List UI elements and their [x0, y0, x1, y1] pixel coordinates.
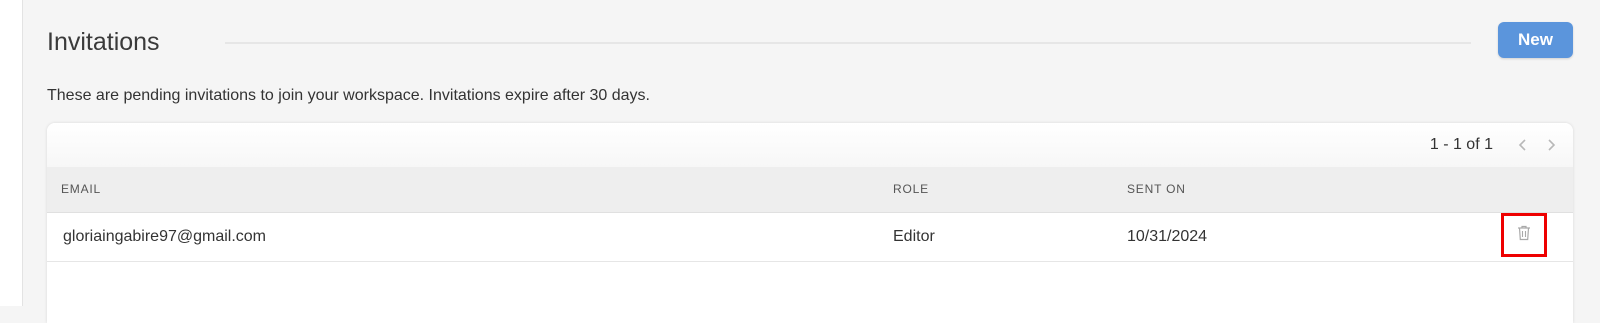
left-sidebar-edge [0, 0, 23, 306]
column-header-role[interactable]: ROLE [893, 182, 929, 196]
trash-icon [1517, 225, 1531, 246]
invitation-role: Editor [893, 228, 935, 245]
title-divider [225, 42, 1471, 44]
invitations-section: Invitations New These are pending invita… [23, 0, 1600, 323]
delete-invitation-button[interactable] [1501, 213, 1547, 257]
table-row: gloriaingabire97@gmail.com Editor 10/31/… [47, 213, 1573, 262]
pagination-range: 1 - 1 of 1 [1429, 136, 1493, 153]
new-invitation-button[interactable]: New [1498, 22, 1573, 58]
column-header-email[interactable]: EMAIL [61, 182, 101, 196]
column-header-sent-on[interactable]: SENT ON [1127, 182, 1186, 196]
section-header: Invitations New [47, 22, 1573, 62]
invitation-sent-on: 10/31/2024 [1127, 228, 1208, 245]
invitation-email: gloriaingabire97@gmail.com [63, 228, 267, 245]
chevron-left-icon[interactable] [1513, 134, 1533, 156]
table-header: EMAIL ROLE SENT ON [47, 167, 1573, 213]
invitations-table: 1 - 1 of 1 EMAIL ROLE SENT ON gloriainga… [47, 123, 1573, 323]
pagination-bar: 1 - 1 of 1 [47, 123, 1573, 167]
section-title: Invitations [47, 28, 160, 56]
chevron-right-icon[interactable] [1541, 134, 1561, 156]
section-description: These are pending invitations to join yo… [47, 87, 650, 104]
